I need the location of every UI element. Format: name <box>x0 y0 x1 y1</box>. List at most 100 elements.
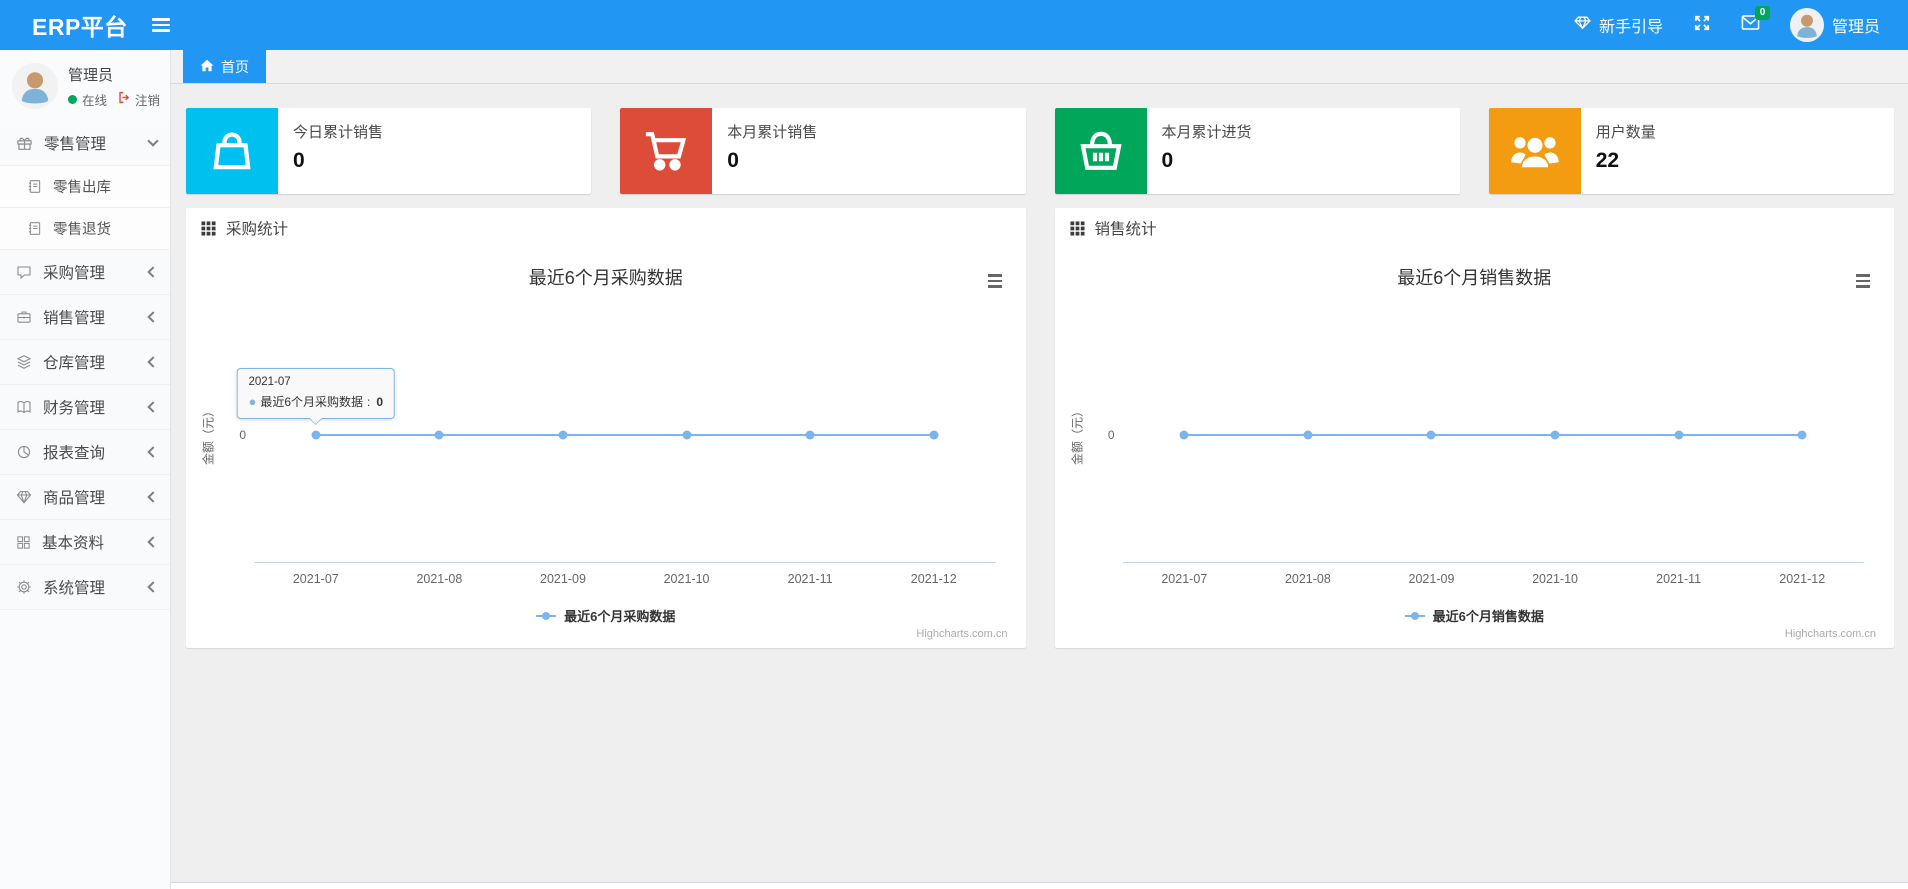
grid-icon <box>16 535 31 550</box>
data-point[interactable] <box>1179 430 1189 440</box>
chevron-left-icon <box>147 491 159 503</box>
panel-title: 销售统计 <box>1094 221 1157 238</box>
chevron-left-icon <box>147 446 159 458</box>
cart-icon <box>620 108 713 194</box>
x-axis-label: 2021-09 <box>1408 572 1455 586</box>
messages-button[interactable]: 0 <box>1741 6 1770 36</box>
tab-bar: 首页 <box>171 50 1908 84</box>
gem-outline-icon <box>1574 14 1591 36</box>
chart-plot-area: 金额（元） 0 2021-07 2021-08 2021-09 2021-10 … <box>202 308 996 586</box>
legend-item[interactable]: 最近6个月销售数据 <box>1065 606 1885 625</box>
book-icon <box>27 221 42 236</box>
x-axis-label: 2021-07 <box>292 572 339 586</box>
sales-chart: 最近6个月销售数据 金额（元） 0 2021-07 2021-08 2021-0… <box>1065 248 1885 644</box>
highcharts-credits-link[interactable]: Highcharts.com.cn <box>916 628 1007 640</box>
dashboard-content: 今日累计销售 0 本月累计销售 0 本月累计进货 0 用户数量 22 采购统计 … <box>171 84 1908 889</box>
chevron-left-icon <box>147 536 159 548</box>
guide-button[interactable]: 新手引导 <box>1574 13 1663 37</box>
legend-marker-icon <box>536 611 557 621</box>
expand-arrows-icon <box>1693 14 1711 37</box>
x-axis-label: 2021-08 <box>1284 572 1331 586</box>
chevron-left-icon <box>147 311 159 323</box>
online-status-icon <box>68 94 77 104</box>
sidebar-menu: 零售管理 零售出库 零售退货 采购管理 销售管理 仓库管理 财务管理 报表查询 … <box>0 121 170 610</box>
stat-card-user-count: 用户数量 22 <box>1488 108 1894 194</box>
x-axis-label: 2021-10 <box>663 572 710 586</box>
layers-icon <box>16 354 32 370</box>
chart-export-menu-icon[interactable] <box>984 270 1006 292</box>
stat-card-value: 0 <box>293 149 305 172</box>
data-point[interactable] <box>558 430 568 440</box>
chart-title: 最近6个月销售数据 <box>1397 268 1552 288</box>
sidebar-user-panel: 管理员 在线 注销 <box>0 50 170 121</box>
data-point[interactable] <box>1303 430 1313 440</box>
fullscreen-button[interactable] <box>1693 14 1711 37</box>
bag-icon <box>186 108 278 194</box>
basket-icon <box>1054 108 1147 194</box>
chevron-left-icon <box>147 401 159 413</box>
logout-link[interactable]: 注销 <box>118 90 160 109</box>
sidebar-item-retail-return[interactable]: 零售退货 <box>0 208 170 250</box>
stat-card-title: 用户数量 <box>1595 124 1656 141</box>
x-axis-label: 2021-08 <box>416 572 463 586</box>
legend-marker-icon <box>1404 611 1425 621</box>
stat-card-value: 0 <box>727 149 739 172</box>
mail-count-badge: 0 <box>1754 6 1770 20</box>
ledger-icon <box>16 399 32 415</box>
data-point[interactable] <box>1674 430 1684 440</box>
chart-title: 最近6个月采购数据 <box>528 268 683 288</box>
sidebar-item-basic-data[interactable]: 基本资料 <box>0 520 170 565</box>
chart-plot-area: 金额（元） 0 2021-07 2021-08 2021-09 2021-10 … <box>1070 308 1865 586</box>
sidebar-item-sales[interactable]: 销售管理 <box>0 295 170 340</box>
chevron-left-icon <box>147 581 159 593</box>
sidebar-item-purchase[interactable]: 采购管理 <box>0 250 170 295</box>
chevron-left-icon <box>147 266 159 278</box>
sidebar-item-finance[interactable]: 财务管理 <box>0 385 170 430</box>
line-series <box>1123 308 1865 562</box>
main-area: 首页 今日累计销售 0 本月累计销售 0 本月累计进货 0 用户数量 22 采购… <box>171 50 1908 889</box>
sidebar-item-report[interactable]: 报表查询 <box>0 430 170 475</box>
sidebar: 管理员 在线 注销 零售管理 零售出库 零售退货 采购管理 销售管理 仓库管理 … <box>0 50 171 889</box>
chart-export-menu-icon[interactable] <box>1852 270 1874 292</box>
x-axis-label: 2021-07 <box>1161 572 1208 586</box>
x-axis-label: 2021-09 <box>540 572 586 586</box>
th-grid-icon <box>201 220 216 236</box>
stat-card-month-purchase: 本月累计进货 0 <box>1054 108 1460 194</box>
data-point[interactable] <box>1797 430 1807 440</box>
data-point[interactable] <box>434 430 444 440</box>
gift-icon <box>16 135 33 152</box>
data-point[interactable] <box>805 430 815 440</box>
tab-home[interactable]: 首页 <box>183 50 266 83</box>
highcharts-credits-link[interactable]: Highcharts.com.cn <box>1785 628 1876 640</box>
th-grid-icon <box>1069 220 1085 236</box>
series-marker-icon: ● <box>248 394 257 409</box>
y-axis-title: 金额（元） <box>201 404 216 466</box>
data-point[interactable] <box>1426 430 1436 440</box>
sidebar-item-goods[interactable]: 商品管理 <box>0 475 170 520</box>
sign-out-icon <box>118 91 131 107</box>
comment-icon <box>16 264 32 280</box>
gear-icon <box>16 579 32 595</box>
guide-label: 新手引导 <box>1598 19 1663 36</box>
data-point[interactable] <box>1550 430 1560 440</box>
sidebar-item-retail-outbound[interactable]: 零售出库 <box>0 166 170 208</box>
chevron-down-icon <box>147 135 159 147</box>
tab-home-label: 首页 <box>221 58 249 75</box>
sidebar-toggle-icon[interactable] <box>146 12 176 38</box>
data-point[interactable] <box>682 430 692 440</box>
stat-card-month-sales: 本月累计销售 0 <box>620 108 1026 194</box>
footer-divider <box>171 882 1908 889</box>
pie-chart-icon <box>16 444 32 460</box>
data-point[interactable] <box>929 430 939 440</box>
sidebar-item-warehouse[interactable]: 仓库管理 <box>0 340 170 385</box>
stat-card-value: 22 <box>1595 149 1620 172</box>
sidebar-item-system[interactable]: 系统管理 <box>0 565 170 610</box>
legend-item[interactable]: 最近6个月采购数据 <box>196 606 1016 625</box>
x-axis-label: 2021-10 <box>1532 572 1578 586</box>
stat-card-today-sales: 今日累计销售 0 <box>186 108 592 194</box>
user-menu[interactable]: 管理员 <box>1789 8 1880 42</box>
panel-title: 采购统计 <box>226 221 289 238</box>
sidebar-item-retail[interactable]: 零售管理 <box>0 121 170 166</box>
gem-icon <box>16 489 32 505</box>
home-icon <box>200 59 214 75</box>
